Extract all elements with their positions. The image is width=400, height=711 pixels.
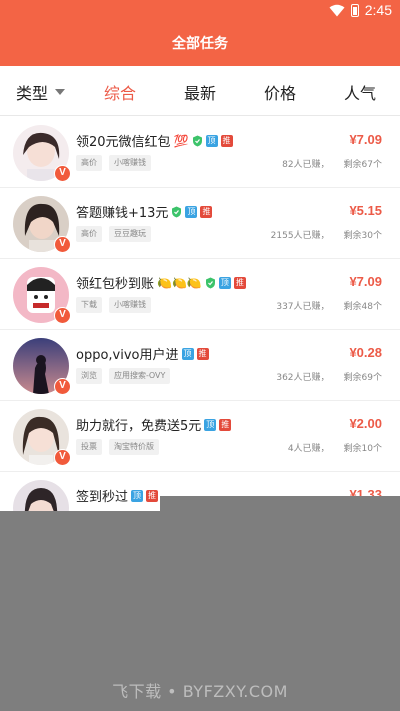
tab-type-label: 类型 bbox=[16, 84, 49, 103]
app-header: 2:45 全部任务 bbox=[0, 0, 400, 66]
recommend-tag: 推 bbox=[146, 489, 159, 502]
battery-icon bbox=[350, 3, 359, 17]
v-badge-icon: V bbox=[54, 165, 71, 182]
joined-count: 4人已赚， bbox=[287, 444, 330, 454]
status-bar: 2:45 bbox=[0, 0, 400, 22]
publisher-chip: 应用搜索-OVY bbox=[109, 368, 171, 384]
wifi-icon bbox=[329, 4, 345, 16]
task-row[interactable]: V 领红包秒到账 🍋🍋🍋 顶 推 ¥7.09 下载 小喀赚钱 337人已赚， 剩… bbox=[0, 259, 400, 330]
hundred-emoji-icon: 💯 bbox=[173, 133, 189, 148]
v-badge-icon: V bbox=[54, 449, 71, 466]
remaining-count: 剩余48个 bbox=[343, 302, 382, 312]
joined-count: 2155人已赚， bbox=[270, 231, 330, 241]
task-price: ¥2.00 bbox=[349, 416, 382, 431]
category-chip: 投票 bbox=[76, 439, 102, 455]
remaining-count: 剩余67个 bbox=[343, 160, 382, 170]
task-price: ¥7.09 bbox=[349, 274, 382, 289]
tab-latest[interactable]: 最新 bbox=[184, 80, 216, 104]
task-row[interactable]: V 答题赚钱+13元 顶 推 ¥5.15 高价 豆豆趣玩 2155人已赚， 剩余… bbox=[0, 188, 400, 259]
publisher-chip: 小喀赚钱 bbox=[109, 297, 151, 313]
filter-tabs: 类型 综合 最新 价格 人气 bbox=[0, 66, 400, 116]
joined-count: 82人已赚， bbox=[282, 160, 330, 170]
top-tag: 顶 bbox=[185, 205, 198, 218]
shield-icon bbox=[172, 206, 182, 217]
task-title: 领20元微信红包 bbox=[76, 135, 171, 150]
task-title: 助力就行，免费送5元 bbox=[76, 419, 202, 434]
caret-down-icon bbox=[55, 89, 66, 95]
category-chip: 高价 bbox=[76, 226, 102, 242]
task-price: ¥5.15 bbox=[349, 203, 382, 218]
watermark-text: 飞下载 • BYFZXY.COM bbox=[112, 682, 288, 701]
tab-type[interactable]: 类型 bbox=[16, 80, 66, 104]
joined-count: 337人已赚， bbox=[276, 302, 330, 312]
task-row[interactable]: V oppo,vivo用户进 顶 推 ¥0.28 浏览 应用搜索-OVY 362… bbox=[0, 330, 400, 401]
task-row[interactable]: V 领20元微信红包 💯 顶 推 ¥7.09 高价 小喀赚钱 82人已赚， 剩余… bbox=[0, 117, 400, 188]
task-row[interactable]: V 助力就行，免费送5元 顶 推 ¥2.00 投票 淘宝特价版 4人已赚， 剩余… bbox=[0, 401, 400, 472]
remaining-count: 剩余30个 bbox=[343, 231, 382, 241]
publisher-chip: 小喀赚钱 bbox=[109, 155, 151, 171]
task-title: 签到秒过 bbox=[76, 490, 129, 505]
category-chip: 浏览 bbox=[76, 368, 102, 384]
remaining-count: 剩余69个 bbox=[343, 373, 382, 383]
publisher-chip: 淘宝特价版 bbox=[109, 439, 159, 455]
publisher-chip: 豆豆趣玩 bbox=[109, 226, 151, 242]
task-price: ¥0.28 bbox=[349, 345, 382, 360]
v-badge-icon: V bbox=[54, 307, 71, 324]
top-tag: 顶 bbox=[131, 489, 144, 502]
category-chip: 下载 bbox=[76, 297, 102, 313]
top-tag: 顶 bbox=[181, 347, 194, 360]
remaining-count: 剩余10个 bbox=[343, 444, 382, 454]
task-title: 答题赚钱+13元 bbox=[76, 206, 169, 221]
task-price: ¥7.09 bbox=[349, 132, 382, 147]
v-badge-icon: V bbox=[54, 378, 71, 395]
recommend-tag: 推 bbox=[220, 134, 233, 147]
top-tag: 顶 bbox=[204, 418, 217, 431]
category-chip: 高价 bbox=[76, 155, 102, 171]
task-title: oppo,vivo用户进 bbox=[76, 348, 179, 363]
top-tag: 顶 bbox=[218, 276, 231, 289]
page-title: 全部任务 bbox=[172, 36, 228, 52]
v-badge-icon: V bbox=[54, 236, 71, 253]
joined-count: 362人已赚， bbox=[276, 373, 330, 383]
task-title: 领红包秒到账 bbox=[76, 277, 155, 292]
recommend-tag: 推 bbox=[200, 205, 213, 218]
top-tag: 顶 bbox=[205, 134, 218, 147]
overlay-panel-top bbox=[160, 496, 400, 512]
shield-icon bbox=[192, 135, 202, 146]
shield-icon bbox=[205, 277, 215, 288]
tab-popularity[interactable]: 人气 bbox=[344, 80, 376, 104]
recommend-tag: 推 bbox=[219, 418, 232, 431]
recommend-tag: 推 bbox=[233, 276, 246, 289]
tab-comprehensive[interactable]: 综合 bbox=[104, 80, 136, 104]
lemon-emoji-icon: 🍋🍋🍋 bbox=[157, 275, 202, 290]
recommend-tag: 推 bbox=[196, 347, 209, 360]
status-time: 2:45 bbox=[364, 2, 392, 18]
tab-price[interactable]: 价格 bbox=[264, 80, 296, 104]
